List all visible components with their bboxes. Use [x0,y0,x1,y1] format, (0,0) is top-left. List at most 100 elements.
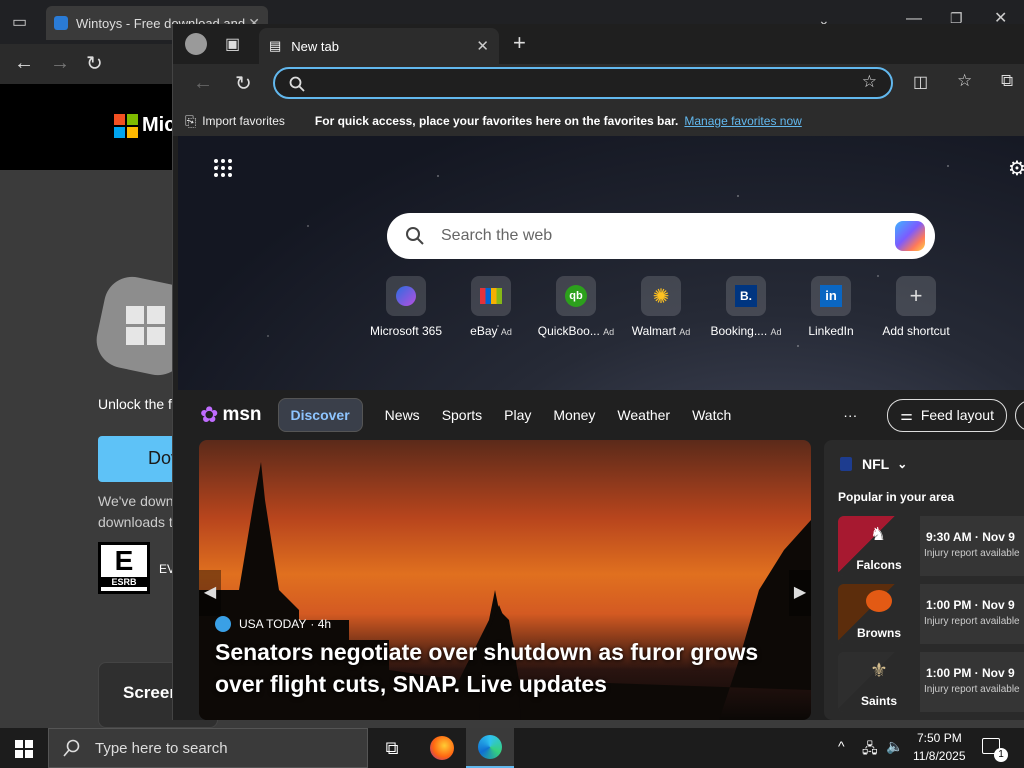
wintoys-favicon-icon [54,16,68,30]
game-card-falcons[interactable]: ♞ Falcons 9:30 AM · Nov 9 Injury report … [838,516,1024,576]
edge-tab-bar: ▣ ▤ New tab ✕ + [173,24,1024,64]
team-name: Falcons [856,558,902,572]
shortcut-label: Booking.... [710,324,768,338]
chevron-up-icon[interactable]: ^ [838,738,845,754]
tab-news[interactable]: News [385,407,420,423]
booking-icon: B. [726,276,766,316]
taskbar-search-input[interactable]: Type here to search [95,740,228,757]
search-icon [406,227,424,245]
address-bar[interactable]: ☆ [273,67,893,99]
msn-logo-text: msn [222,404,262,425]
new-tab-page-icon: ▤ [269,38,282,53]
clock-time[interactable]: 7:50 PM [917,731,962,745]
firefox-taskbar-button[interactable] [418,728,466,768]
task-view-button[interactable]: ⧉ [368,728,416,768]
split-screen-icon[interactable]: ◫ [913,72,928,92]
walmart-icon: ✺ [641,276,681,316]
back-icon[interactable]: ← [193,72,213,95]
add-shortcut-button[interactable]: + Add shortcut [876,276,956,338]
new-tab-plus-icon[interactable]: + [513,30,526,56]
prev-story-chevron-icon[interactable]: ◀ [199,570,221,616]
shortcut-label: Walmart [631,324,676,338]
hero-story-card[interactable]: ◀ ▶ USA TODAY · 4h Senators negotiate ov… [199,440,811,720]
microsoft-365-icon [386,276,426,316]
esrb-rating-letter: E [114,545,134,576]
tab-weather[interactable]: Weather [617,407,670,423]
injury-note: Injury report available [924,616,1020,627]
clock-date[interactable]: 11/8/2025 [913,749,966,763]
favorites-bar: ⎘ Import favorites For quick access, pla… [173,106,1024,136]
microsoft-logo-icon [114,114,138,138]
refresh-icon[interactable]: ↻ [86,51,103,76]
quickbooks-icon: qb [556,276,596,316]
nfl-shield-icon [840,457,852,471]
tab-actions-icon[interactable]: ▭ [12,12,27,32]
next-story-chevron-icon[interactable]: ▶ [789,570,811,616]
tab-play[interactable]: Play [504,407,531,423]
tab-actions-icon[interactable]: ▣ [225,34,240,54]
bg-unlock-text: Unlock the f [98,396,172,412]
network-icon[interactable]: 🖧 [862,738,878,762]
forward-icon[interactable]: → [50,52,70,75]
tab-watch[interactable]: Watch [692,407,731,423]
favorites-icon[interactable]: ☆ [957,71,972,91]
manage-favorites-link[interactable]: Manage favorites now [684,114,801,128]
apps-grid-icon[interactable] [213,158,233,178]
shortcut-label: QuickBoo... [537,324,600,338]
feed-layout-label: Feed layout [920,406,994,423]
back-icon[interactable]: ← [14,52,34,75]
ebay-icon [471,276,511,316]
game-card-saints[interactable]: ⚜ Saints 1:00 PM · Nov 9 Injury report a… [838,652,1024,712]
nfl-title[interactable]: NFL [862,456,889,472]
tab-sports[interactable]: Sports [442,407,482,423]
taskbar-search-box[interactable]: Type here to search [48,728,368,768]
collections-icon[interactable]: ⧉ [1001,71,1013,91]
shortcut-microsoft-365[interactable]: Microsoft 365 [366,276,446,338]
page-settings-gear-icon[interactable]: ⚙ [1008,156,1024,181]
speaker-muted-icon[interactable]: 🔈 [886,738,903,755]
tab-money[interactable]: Money [553,407,595,423]
team-name: Browns [856,626,901,640]
more-options-button[interactable]: ··· [843,407,857,423]
feed-layout-button[interactable]: ⚌ Feed layout [887,398,1007,432]
copilot-icon[interactable] [895,221,925,251]
shortcut-label: eBay [470,324,498,338]
shortcut-walmart[interactable]: ✺ Walmart Ad [621,276,701,338]
tab-new-tab[interactable]: ▤ New tab ✕ [259,28,499,64]
shortcut-ebay[interactable]: eBay Ad [451,276,531,338]
refresh-icon[interactable]: ↻ [235,71,252,96]
windows-taskbar: Type here to search ⧉ ^ 🖧 🔈 7:50 PM 11/8… [0,728,1024,768]
ad-badge: Ad [679,327,691,337]
game-time: 1:00 PM · Nov 9 [926,666,1015,680]
profile-avatar[interactable] [185,33,207,55]
shortcut-quickbooks[interactable]: qb QuickBoo... Ad [536,276,616,338]
shortcut-label: Add shortcut [882,324,950,338]
nfl-scores-card: NFL ⌄ Popular in your area ♞ Falcons 9:3… [824,440,1024,720]
import-favorites-button[interactable]: Import favorites [202,114,285,128]
story-headline[interactable]: Senators negotiate over shutdown as furo… [215,636,785,700]
fleur-de-lis-icon: ⚜ [870,660,888,682]
chevron-down-icon[interactable]: ⌄ [897,457,907,471]
windows-start-icon[interactable] [15,740,33,758]
search-icon [289,76,305,92]
game-time: 1:00 PM · Nov 9 [926,598,1015,612]
close-icon[interactable]: ✕ [476,37,489,55]
edge-taskbar-button[interactable] [466,728,514,768]
plus-icon: + [896,276,936,316]
shortcut-linkedin[interactable]: in LinkedIn [791,276,871,338]
sliders-icon: ⚌ [900,406,913,423]
favorite-star-button[interactable]: ☆ [1014,399,1024,431]
tab-discover[interactable]: Discover [277,398,363,432]
falcons-logo-icon: ♞ [870,524,887,544]
bg-screenshots-heading: Screer [123,683,176,702]
web-search-input[interactable]: Search the web [441,227,552,245]
starfield-background [178,136,1024,396]
shortcut-booking[interactable]: B. Booking.... Ad [706,276,786,338]
nfl-subtitle: Popular in your area [838,490,955,504]
esrb-label: ESRB [101,577,147,587]
windows-logo-icon [126,306,166,346]
game-card-browns[interactable]: Browns 1:00 PM · Nov 9 Injury report ava… [838,584,1024,644]
new-tab-page: ⚙ Search the web Microsoft 365 eBay Ad q… [178,136,1024,720]
add-favorite-star-icon[interactable]: ☆ [862,72,877,92]
web-search-box[interactable]: Search the web [387,213,935,259]
